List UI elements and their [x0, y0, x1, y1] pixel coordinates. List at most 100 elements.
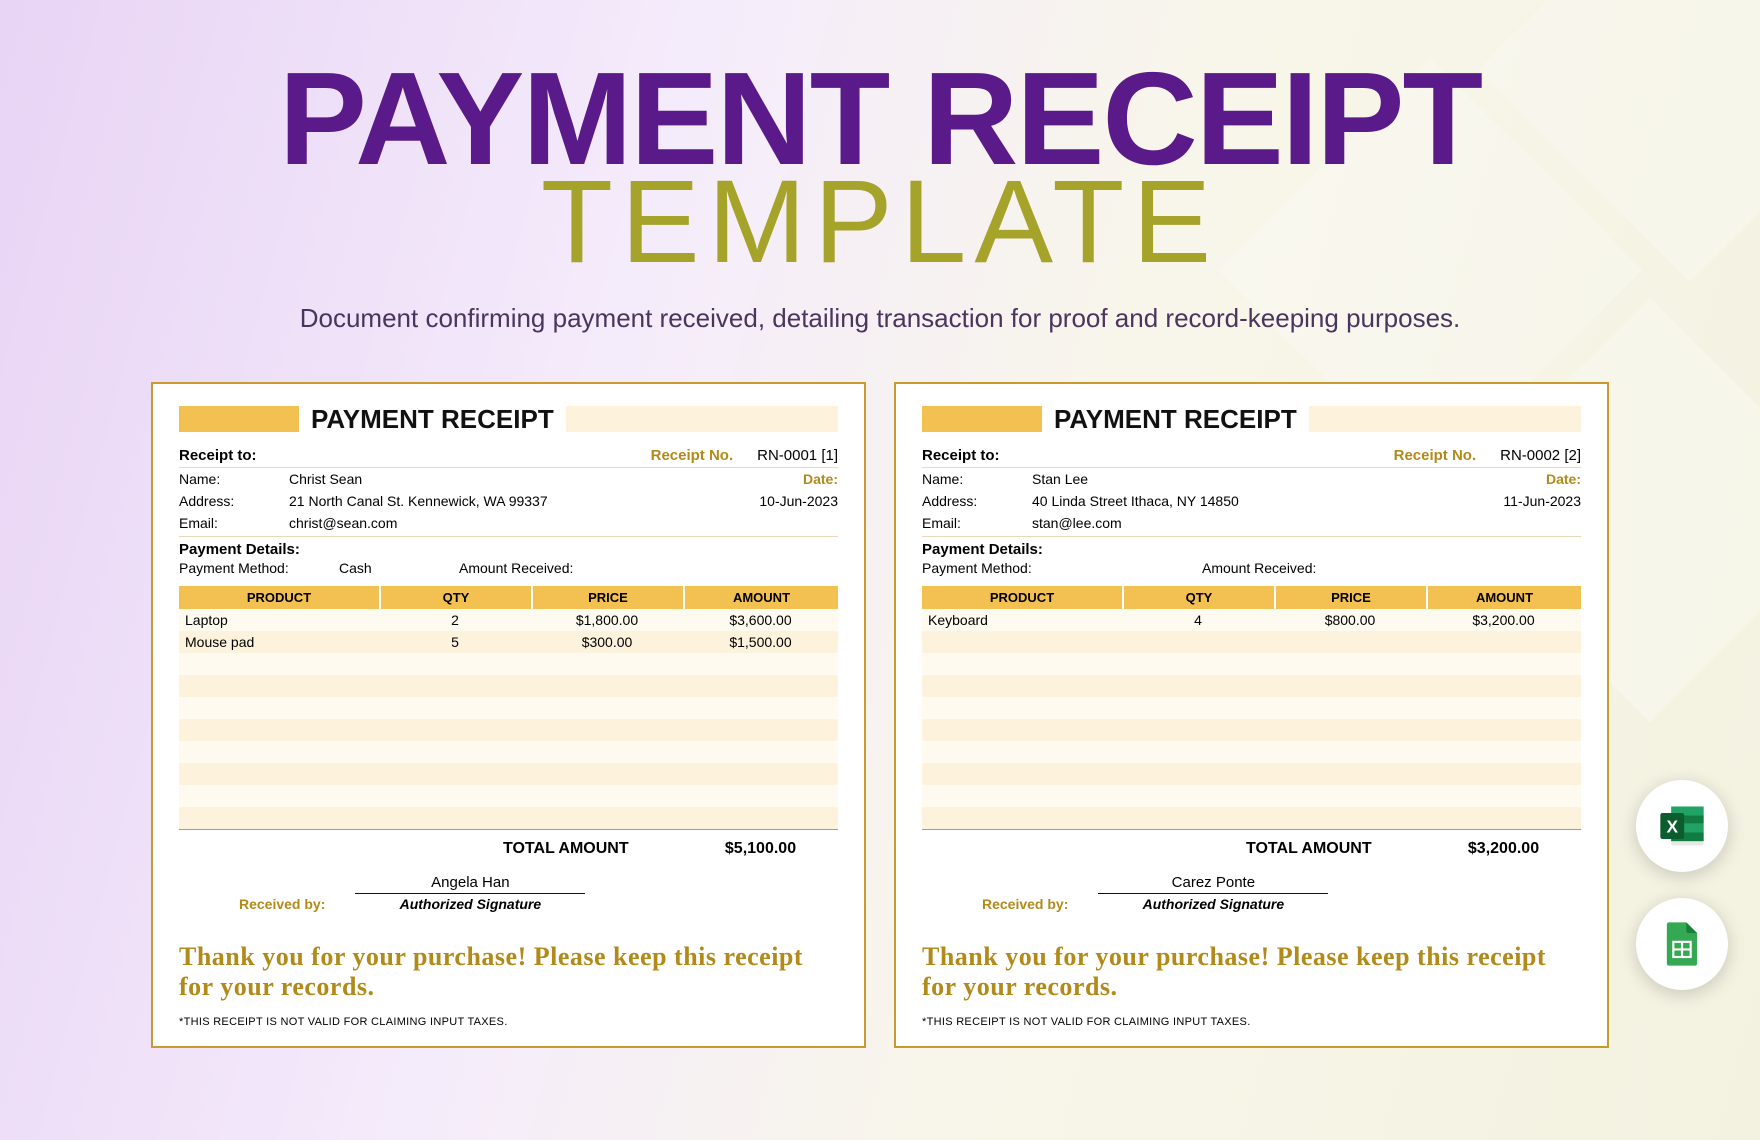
- receipt-no-label: Receipt No.: [1394, 447, 1477, 464]
- title-line-2: TEMPLATE: [0, 169, 1760, 275]
- format-badges: X: [1636, 780, 1728, 990]
- cell-qty: [379, 675, 531, 697]
- receipt-no-label: Receipt No.: [651, 447, 734, 464]
- items-table-header: PRODUCT QTY PRICE AMOUNT: [179, 586, 838, 609]
- page-description: Document confirming payment received, de…: [0, 303, 1760, 334]
- cell-qty: [1122, 631, 1274, 653]
- cell-amount: [1426, 631, 1581, 653]
- cell-product: [179, 675, 379, 697]
- cell-qty: [1122, 807, 1274, 829]
- cell-amount: [1426, 675, 1581, 697]
- cell-amount: [1426, 807, 1581, 829]
- table-row: [179, 785, 838, 807]
- receipt-title-bar: PAYMENT RECEIPT: [179, 404, 838, 435]
- receipt-title: PAYMENT RECEIPT: [1054, 404, 1297, 435]
- cell-price: [1274, 675, 1426, 697]
- sheets-badge[interactable]: [1636, 898, 1728, 990]
- cell-product: [179, 697, 379, 719]
- cell-product: [922, 697, 1122, 719]
- received-by-label: Received by:: [982, 896, 1068, 912]
- cell-amount: [1426, 697, 1581, 719]
- col-product: PRODUCT: [922, 586, 1122, 609]
- cell-price: [531, 675, 683, 697]
- table-row: [922, 719, 1581, 741]
- cell-product: [179, 719, 379, 741]
- cell-product: [922, 763, 1122, 785]
- cell-qty: [1122, 675, 1274, 697]
- table-row: [922, 741, 1581, 763]
- cell-product: [179, 807, 379, 829]
- cell-amount: [1426, 719, 1581, 741]
- name-label: Name:: [179, 471, 289, 487]
- payment-method-label: Payment Method:: [922, 560, 1082, 576]
- sheets-icon: [1656, 918, 1708, 970]
- address-label: Address:: [922, 493, 1032, 509]
- col-price: PRICE: [533, 586, 683, 609]
- address-value: 40 Linda Street Ithaca, NY 14850: [1032, 493, 1461, 509]
- payment-method-value: Cash: [339, 560, 459, 576]
- name-label: Name:: [922, 471, 1032, 487]
- cell-product: [922, 653, 1122, 675]
- received-by-name: Carez Ponte: [1098, 874, 1328, 894]
- cell-qty: [1122, 763, 1274, 785]
- cell-amount: $3,600.00: [683, 609, 838, 631]
- excel-badge[interactable]: X: [1636, 780, 1728, 872]
- cell-price: [531, 807, 683, 829]
- page-title: PAYMENT RECEIPT TEMPLATE: [0, 60, 1760, 275]
- receipt-card: PAYMENT RECEIPT Receipt to: Receipt No.R…: [151, 382, 866, 1048]
- cell-qty: [379, 807, 531, 829]
- cell-price: $800.00: [1274, 609, 1426, 631]
- cell-qty: [1122, 785, 1274, 807]
- cell-price: [1274, 719, 1426, 741]
- receipt-to-label: Receipt to:: [922, 447, 1000, 464]
- cell-qty: [379, 697, 531, 719]
- cell-product: [922, 785, 1122, 807]
- email-value: christ@sean.com: [289, 515, 838, 531]
- cell-amount: [683, 785, 838, 807]
- cell-qty: [1122, 697, 1274, 719]
- receipt-title: PAYMENT RECEIPT: [311, 404, 554, 435]
- table-row: [179, 675, 838, 697]
- table-row: [179, 653, 838, 675]
- table-row: [922, 675, 1581, 697]
- receipt-no-value: RN-0002 [2]: [1500, 447, 1581, 464]
- cell-price: [1274, 653, 1426, 675]
- cell-product: [922, 675, 1122, 697]
- amount-received-label: Amount Received:: [1202, 560, 1362, 576]
- cell-qty: [1122, 653, 1274, 675]
- cell-qty: [379, 653, 531, 675]
- cell-price: [1274, 697, 1426, 719]
- table-row: [922, 807, 1581, 829]
- receipts-container: PAYMENT RECEIPT Receipt to: Receipt No. R…: [0, 382, 1760, 1048]
- cell-product: [179, 785, 379, 807]
- cell-product: [922, 719, 1122, 741]
- cell-product: [179, 763, 379, 785]
- cell-product: [922, 741, 1122, 763]
- cell-qty: [379, 741, 531, 763]
- total-value: $5,100.00: [683, 840, 838, 858]
- cell-product: Laptop: [179, 609, 379, 631]
- email-value: stan@lee.com: [1032, 515, 1581, 531]
- cell-amount: [1426, 653, 1581, 675]
- address-value: 21 North Canal St. Kennewick, WA 99337: [289, 493, 718, 509]
- col-amount: AMOUNT: [1428, 586, 1581, 609]
- cell-qty: [379, 719, 531, 741]
- table-row: [922, 785, 1581, 807]
- cell-price: [1274, 807, 1426, 829]
- cell-product: [179, 741, 379, 763]
- cell-price: [531, 653, 683, 675]
- cell-price: [531, 785, 683, 807]
- cell-qty: [379, 785, 531, 807]
- cell-price: $1,800.00: [531, 609, 683, 631]
- cell-price: [531, 741, 683, 763]
- date-label: Date:: [758, 471, 838, 487]
- amount-received-label: Amount Received:: [459, 560, 619, 576]
- cell-product: [922, 631, 1122, 653]
- cell-amount: [1426, 763, 1581, 785]
- table-row: [922, 763, 1581, 785]
- payment-details-label: Payment Details:: [922, 536, 1581, 558]
- col-amount: AMOUNT: [685, 586, 838, 609]
- table-row: Mouse pad5$300.00$1,500.00: [179, 631, 838, 653]
- table-row: Keyboard4$800.00$3,200.00: [922, 609, 1581, 631]
- col-price: PRICE: [1276, 586, 1426, 609]
